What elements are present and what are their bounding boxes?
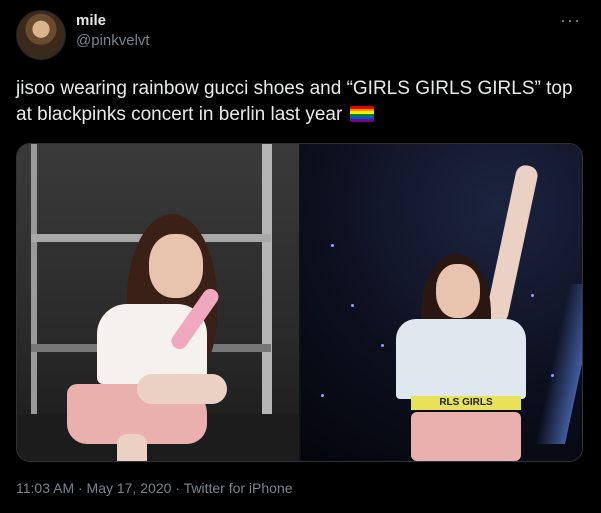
author-display-name[interactable]: mile [76, 12, 106, 29]
author-handle[interactable]: @pinkvelvt [76, 32, 150, 49]
tweet-text: jisoo wearing rainbow gucci shoes and “G… [16, 76, 576, 128]
tweet-timestamp[interactable]: 11:03 AM · May 17, 2020 · Twitter for iP… [16, 480, 293, 496]
photo-jisoo-concert[interactable]: RLS GIRLS [301, 144, 582, 461]
photo-jisoo-crouching[interactable] [17, 144, 299, 461]
photo-subject [67, 194, 247, 461]
avatar[interactable] [16, 10, 66, 60]
rainbow-flag-icon [349, 106, 374, 122]
tweet-body: jisoo wearing rainbow gucci shoes and “G… [16, 78, 573, 125]
more-options-icon[interactable]: ··· [560, 10, 581, 31]
shirt-print-text: RLS GIRLS [411, 396, 521, 410]
tweet-media[interactable]: RLS GIRLS [16, 143, 583, 462]
